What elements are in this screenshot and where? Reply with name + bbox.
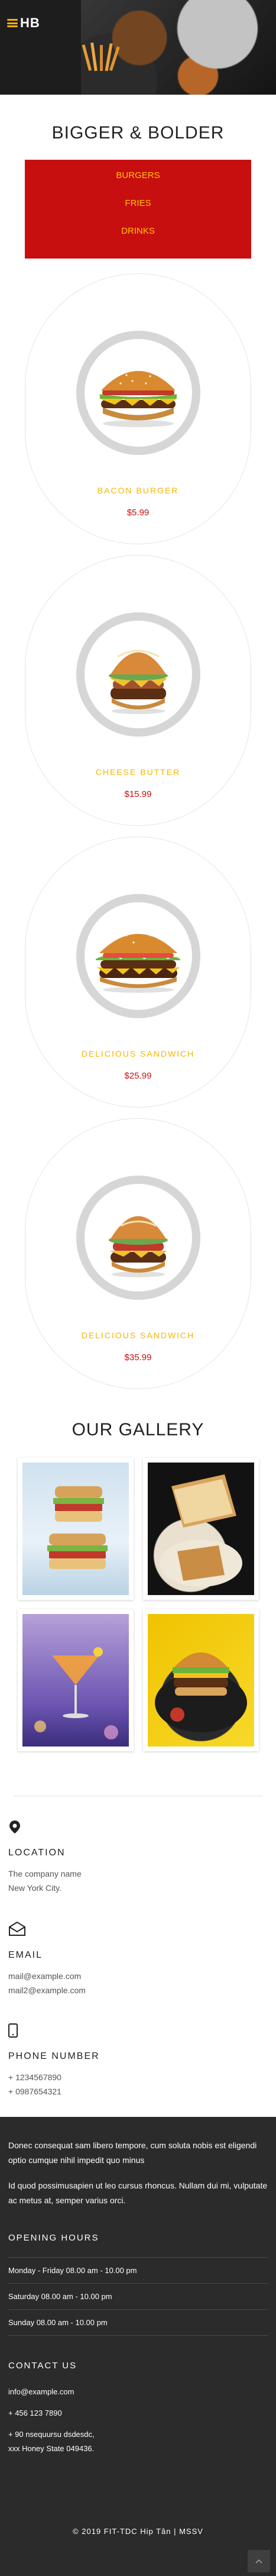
hours-row: Monday - Friday 08.00 am - 10.00 pm [8, 2257, 268, 2284]
email-block: EMAIL mail@example.com mail2@example.com [8, 1921, 268, 1997]
contact-info: LOCATION The company name New York City.… [0, 1796, 276, 2099]
product-price: $15.99 [124, 789, 152, 799]
email-label: EMAIL [8, 1950, 43, 1960]
location-label: LOCATION [8, 1848, 66, 1858]
footer-address-line: + 90 nsequursu dsdesdc, [8, 2430, 95, 2439]
product-card[interactable]: CHEESE BUTTER $15.99 [25, 555, 251, 826]
email-line[interactable]: mail2@example.com [8, 1983, 268, 1997]
phone-block: PHONE NUMBER + 1234567890 + 0987654321 [8, 2023, 268, 2099]
footer: Donec consequat sam libero tempore, cum … [0, 2117, 276, 2576]
gallery-sandwich-image [22, 1463, 129, 1595]
product-card[interactable]: DELICIOUS SANDWICH $25.99 [25, 837, 251, 1108]
sandwich-image [108, 1216, 168, 1277]
product-name: CHEESE BUTTER [95, 767, 181, 777]
gallery-cocktail-image [22, 1614, 129, 1747]
product-name: DELICIOUS SANDWICH [81, 1331, 195, 1340]
gallery-title: OUR GALLERY [72, 1420, 204, 1439]
mobile-phone-icon [8, 2023, 18, 2038]
brand-logo[interactable]: HB [7, 15, 40, 31]
hero-title: BIGGER & BOLDER [51, 123, 225, 143]
phone-line[interactable]: + 0987654321 [8, 2084, 268, 2099]
location-pin-icon [9, 1820, 20, 1833]
category-menu: BURGERS FRIES DRINKS [25, 160, 251, 259]
location-block: LOCATION The company name New York City. [8, 1820, 268, 1895]
contact-us-title: CONTACT US [8, 2361, 77, 2371]
bacon-burger-image [99, 369, 177, 427]
product-price: $35.99 [124, 1352, 152, 1363]
product-plate [76, 894, 200, 1018]
product-list: BACON BURGER $5.99 CHEESE BUTTER $15.99 [0, 273, 276, 1389]
product-card[interactable]: BACON BURGER $5.99 [25, 273, 251, 544]
cheese-butter-image [108, 650, 168, 714]
product-plate [76, 612, 200, 737]
footer-phone: + 456 123 7890 [8, 2409, 62, 2417]
product-name: BACON BURGER [97, 486, 179, 495]
envelope-open-icon [9, 1921, 25, 1936]
gallery-burger-image [147, 1614, 254, 1747]
location-line: New York City. [8, 1883, 61, 1893]
sandwich-image [95, 929, 181, 993]
product-name: DELICIOUS SANDWICH [81, 1049, 195, 1058]
footer-paragraph: Donec consequat sam libero tempore, cum … [8, 2141, 257, 2165]
product-price: $5.99 [126, 508, 150, 518]
menu-item-fries[interactable]: FRIES [25, 198, 251, 226]
gallery-item[interactable] [17, 1458, 134, 1600]
product-plate [76, 1176, 200, 1300]
header-banner: HB [0, 0, 276, 95]
gallery-item[interactable] [17, 1609, 134, 1751]
gallery-item[interactable] [142, 1458, 259, 1600]
copyright-text: © 2019 FIT-TDC Hip Tân | MSSV [73, 2527, 203, 2536]
footer-address-line: xxx Honey State 049436. [8, 2444, 95, 2453]
chevron-up-icon [255, 2559, 262, 2564]
product-price: $25.99 [124, 1071, 152, 1081]
fries-illustration [82, 42, 120, 72]
gallery-grid [17, 1458, 259, 1751]
logo-text: HB [20, 15, 40, 30]
page: HB BIGGER & BOLDER BURGERS FRIES DRINKS [0, 0, 276, 2576]
phone-label: PHONE NUMBER [8, 2051, 100, 2061]
product-plate [76, 331, 200, 455]
location-line: The company name [8, 1869, 82, 1878]
menu-item-drinks[interactable]: DRINKS [25, 226, 251, 254]
menu-bars-icon [7, 19, 18, 27]
product-card[interactable]: DELICIOUS SANDWICH $35.99 [25, 1118, 251, 1389]
footer-email-link[interactable]: info@example.com [8, 2385, 268, 2399]
hours-row: Saturday 08.00 am - 10.00 pm [8, 2284, 268, 2310]
gallery-toast-image [147, 1463, 254, 1595]
gallery-item[interactable] [142, 1609, 259, 1751]
phone-line[interactable]: + 1234567890 [8, 2070, 268, 2084]
hours-row: Sunday 08.00 am - 10.00 pm [8, 2310, 268, 2336]
opening-hours-title: OPENING HOURS [8, 2233, 99, 2243]
footer-address: + 90 nsequursu dsdesdc, xxx Honey State … [8, 2427, 268, 2456]
footer-email[interactable]: info@example.com [8, 2387, 74, 2396]
email-line[interactable]: mail@example.com [8, 1969, 268, 1983]
menu-item-burgers[interactable]: BURGERS [25, 170, 251, 198]
back-to-top-button[interactable] [248, 2550, 270, 2572]
opening-hours-list: Monday - Friday 08.00 am - 10.00 pm Satu… [8, 2257, 268, 2336]
footer-paragraph: Id quod possimusapien ut leo cursus rhon… [8, 2181, 268, 2205]
